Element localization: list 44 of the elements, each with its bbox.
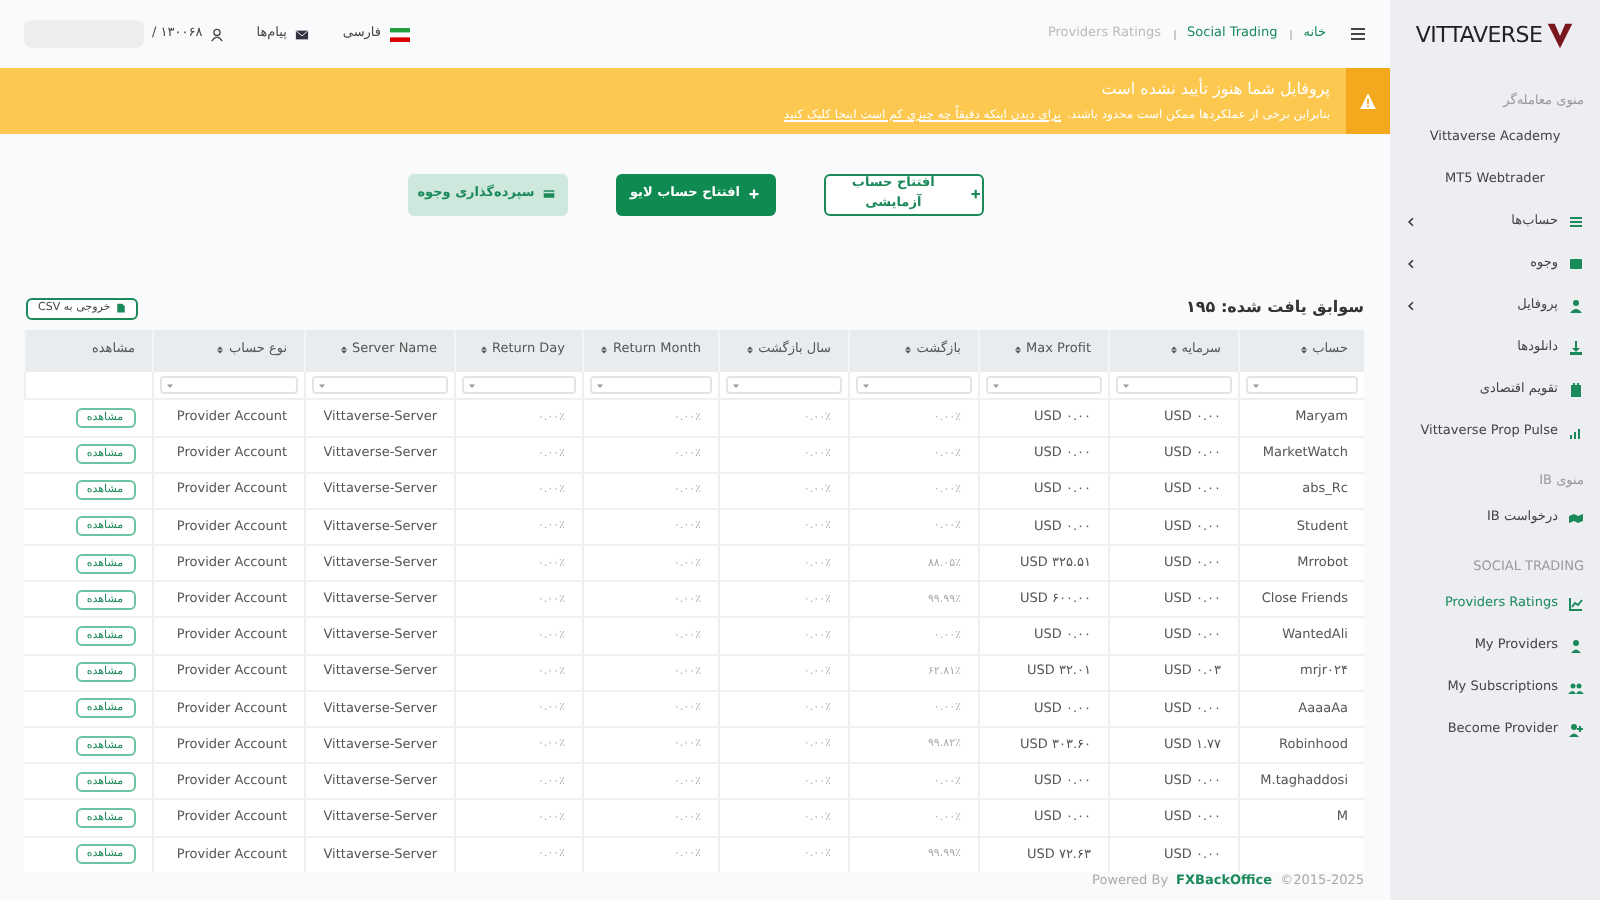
sort-icon [746, 344, 755, 357]
sort-icon [904, 344, 913, 357]
file-icon [116, 302, 127, 315]
sort-icon [216, 344, 225, 357]
plus-icon [969, 188, 981, 201]
sort-icon [339, 344, 348, 357]
user-icon [1568, 297, 1584, 313]
filter-field[interactable] [311, 376, 447, 395]
wallet-icon [1568, 255, 1584, 271]
users-icon [1568, 679, 1584, 695]
filter-field[interactable] [985, 376, 1101, 395]
chevron-icon [1406, 299, 1416, 311]
sort-icon [600, 344, 609, 357]
user-icon [210, 27, 225, 42]
bar-chart-icon [1568, 423, 1584, 439]
banner-title: پروفایل شما هنوز تأیید نشده است [1099, 77, 1330, 102]
filter-field[interactable] [855, 376, 971, 395]
warning-icon [1358, 91, 1378, 110]
filter-field[interactable] [1245, 376, 1358, 395]
line-chart-icon [1568, 595, 1584, 611]
user-icon [1568, 637, 1584, 653]
sort-icon [1014, 344, 1023, 357]
v-logo-icon [1546, 20, 1575, 52]
list-icon [1568, 213, 1584, 229]
filter-field[interactable] [461, 376, 575, 395]
envelope-icon [294, 27, 311, 42]
card-icon [542, 188, 557, 201]
download-icon [1568, 339, 1584, 355]
sort-icon [1169, 344, 1178, 357]
filter-field[interactable] [725, 376, 841, 395]
sort-icon [1300, 344, 1309, 357]
records-count: سوابق یافت شده: ۱۹۵ [1186, 295, 1364, 320]
menu-icon [1350, 26, 1366, 43]
sort-icon [480, 344, 489, 357]
plus-icon [748, 188, 761, 201]
calendar-icon [1568, 381, 1584, 397]
chevron-icon [1406, 257, 1416, 269]
flag-icon [389, 27, 409, 42]
chevron-icon [1406, 215, 1416, 227]
logo-text: VITTAVERSE [1415, 19, 1543, 52]
user-plus-icon [1568, 721, 1584, 737]
filter-field[interactable] [159, 376, 297, 395]
filter-field[interactable] [1115, 376, 1231, 395]
filter-field[interactable] [589, 376, 711, 395]
